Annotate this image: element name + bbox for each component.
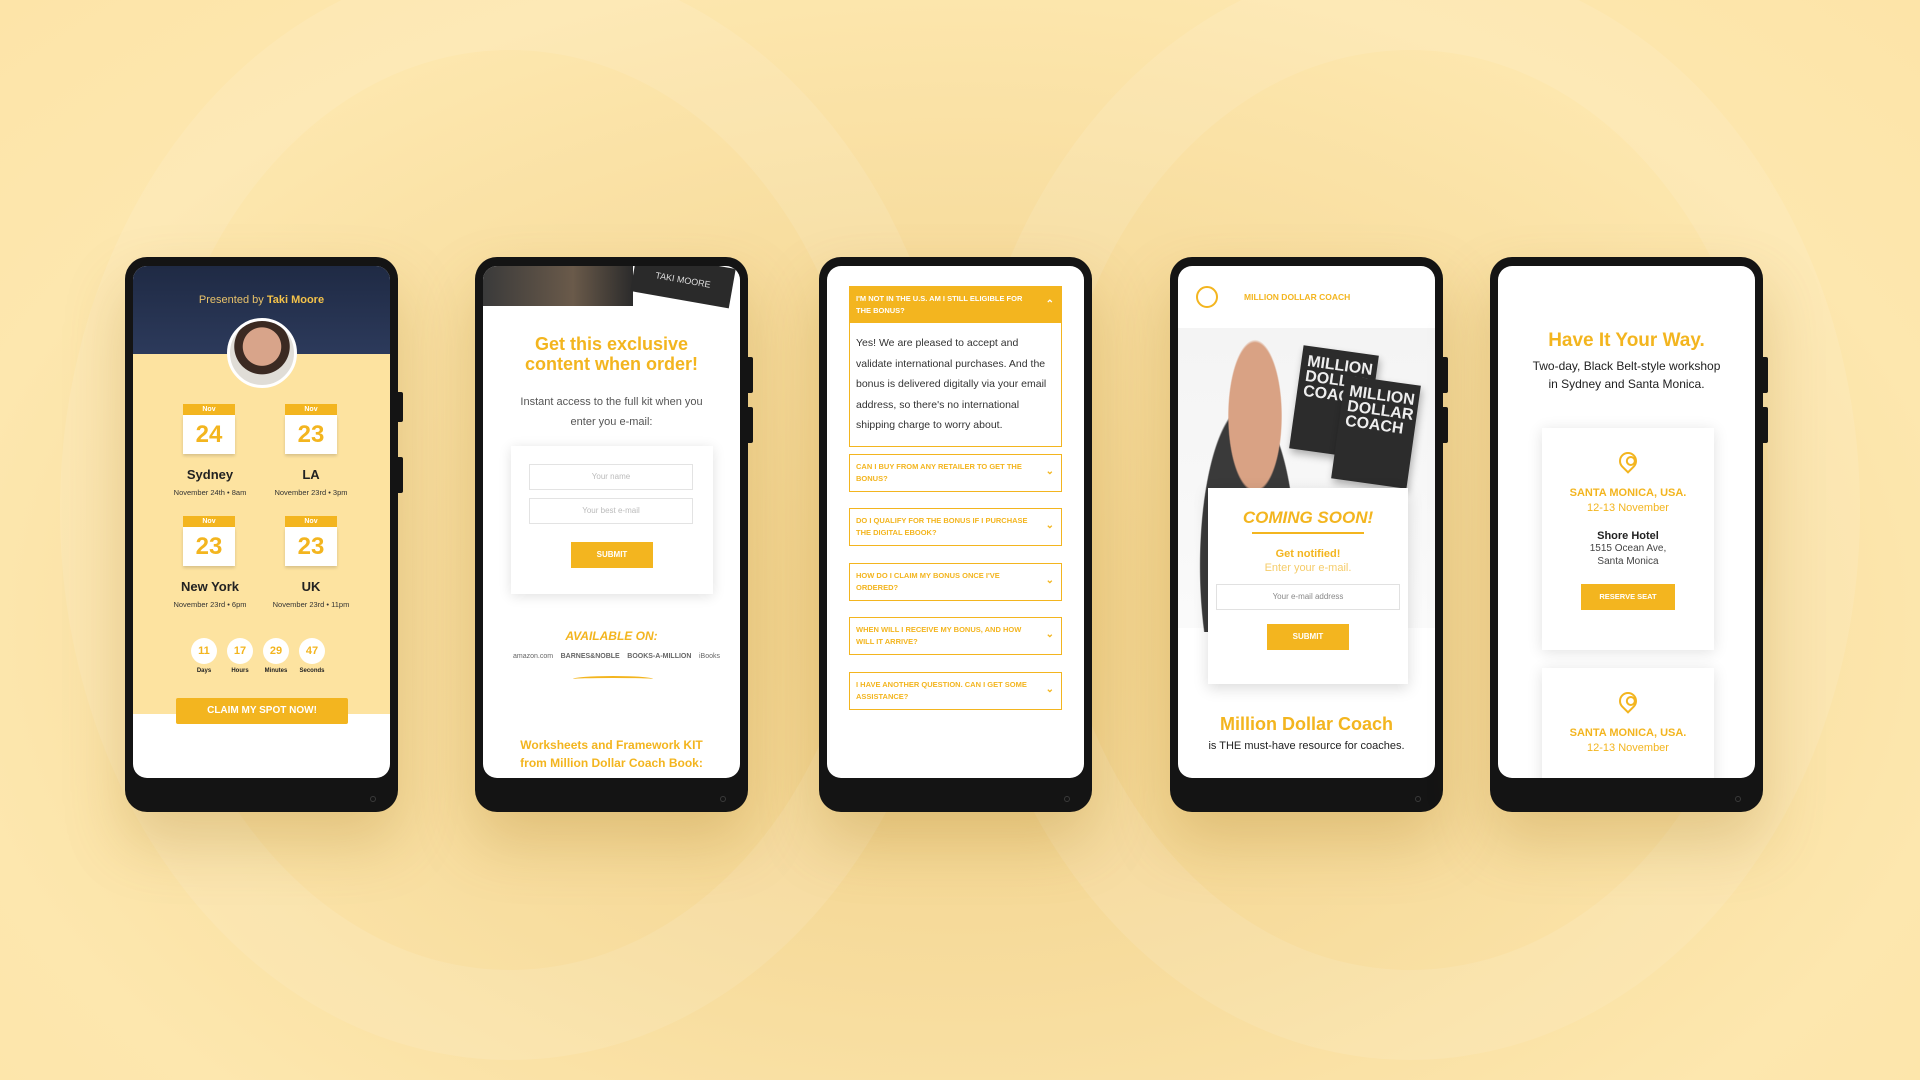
page-title: Have It Your Way. bbox=[1548, 330, 1705, 351]
phone-webinar-events: Presented by Taki Moore Nov 24 Nov 23 Sydn… bbox=[125, 257, 403, 812]
event-sydney: Sydney November 24th • 8am bbox=[173, 467, 247, 497]
calendar-icon: Nov 24 bbox=[183, 404, 235, 454]
map-pin-icon bbox=[1615, 448, 1641, 474]
submit-button[interactable]: SUBMIT bbox=[1267, 624, 1349, 650]
screen: MILLION DOLLAR COACH MILLION DOLLAR COAC… bbox=[1178, 266, 1435, 778]
countdown-hours: 17 bbox=[227, 638, 253, 664]
enter-email-label: Enter your e-mail. bbox=[1264, 562, 1352, 574]
reserve-seat-button[interactable]: RESERVE SEAT bbox=[1581, 584, 1675, 610]
chevron-down-icon: ⌄ bbox=[1045, 629, 1054, 640]
calendar-icon: Nov 23 bbox=[285, 516, 337, 566]
page-title: Get this exclusive content when order! bbox=[524, 334, 698, 374]
chevron-down-icon: ⌄ bbox=[1045, 466, 1054, 477]
faq-item[interactable]: DO I QUALIFY FOR THE BONUS IF I PURCHASE… bbox=[849, 508, 1062, 546]
submit-button[interactable]: SUBMIT bbox=[571, 542, 653, 568]
events-panel: Nov 24 Nov 23 Sydney November 24th • 8am LA… bbox=[133, 354, 390, 724]
screen: TAKI MOORE Get this exclusive content whe… bbox=[483, 266, 740, 778]
event-day: 23 bbox=[285, 415, 337, 454]
presenter-name: Taki Moore bbox=[266, 294, 325, 306]
venue-address: 1515 Ocean Ave, Santa Monica bbox=[1589, 543, 1667, 567]
book-image bbox=[483, 266, 633, 306]
name-input[interactable]: Your name bbox=[529, 464, 693, 490]
chevron-down-icon: ⌄ bbox=[1045, 575, 1054, 586]
available-on-label: AVAILABLE ON: bbox=[565, 629, 658, 643]
venue-card: SANTA MONICA, USA. 12-13 November Shore … bbox=[1542, 428, 1714, 650]
faq-question[interactable]: I'M NOT IN THE U.S. AM I STILL ELIGIBLE … bbox=[850, 287, 1061, 323]
countdown-label: Days bbox=[196, 668, 212, 674]
screen: Have It Your Way. Two-day, Black Belt-st… bbox=[1498, 266, 1755, 778]
countdown-minutes: 29 bbox=[263, 638, 289, 664]
books-a-million-logo[interactable]: BOOKS-A-MILLION bbox=[627, 653, 691, 660]
chevron-down-icon: ⌄ bbox=[1045, 684, 1054, 695]
site-header: MILLION DOLLAR COACH bbox=[1178, 266, 1435, 328]
countdown-label: Seconds bbox=[299, 668, 325, 674]
countdown-label: Hours bbox=[231, 668, 249, 674]
countdown-days: 11 bbox=[191, 638, 217, 664]
kit-heading: Worksheets and Framework KIT from Million… bbox=[520, 738, 703, 770]
faq-answer: Yes! We are pleased to accept and valida… bbox=[856, 337, 1047, 431]
email-input[interactable]: Your e-mail address bbox=[1216, 584, 1400, 610]
venue-dates: 12-13 November bbox=[1587, 742, 1669, 754]
event-day: 23 bbox=[183, 527, 235, 566]
event-new-york: New York November 23rd • 6pm bbox=[173, 579, 247, 609]
faq-item[interactable]: CAN I BUY FROM ANY RETAILER TO GET THE B… bbox=[849, 454, 1062, 492]
event-day: 24 bbox=[183, 415, 235, 454]
claim-spot-button[interactable]: CLAIM MY SPOT NOW! bbox=[176, 698, 348, 724]
tagline: is THE must-have resource for coaches. bbox=[1208, 740, 1405, 752]
underline-swoosh bbox=[573, 676, 653, 682]
page-subtitle: Instant access to the full kit when you e… bbox=[520, 396, 703, 428]
venue-location: SANTA MONICA, USA. bbox=[1569, 727, 1687, 739]
faq-item[interactable]: HOW DO I CLAIM MY BONUS ONCE I'VE ORDERE… bbox=[849, 563, 1062, 601]
faq-item[interactable]: I HAVE ANOTHER QUESTION. CAN I GET SOME … bbox=[849, 672, 1062, 710]
phone-exclusive-content: TAKI MOORE Get this exclusive content whe… bbox=[475, 257, 753, 812]
signup-card: Your name Your best e-mail SUBMIT bbox=[511, 446, 713, 594]
ibooks-logo[interactable]: iBooks bbox=[699, 653, 720, 660]
chevron-down-icon: ⌄ bbox=[1045, 520, 1054, 531]
venue-card: SANTA MONICA, USA. 12-13 November bbox=[1542, 668, 1714, 778]
venue-location: SANTA MONICA, USA. bbox=[1569, 487, 1687, 499]
book-cover: MILLION DOLLAR COACH bbox=[1331, 375, 1421, 489]
presented-by-label: Presented by bbox=[198, 294, 264, 306]
event-day: 23 bbox=[285, 527, 337, 566]
email-input[interactable]: Your best e-mail bbox=[529, 498, 693, 524]
get-notified-label: Get notified! bbox=[1275, 548, 1341, 560]
book-tag: TAKI MOORE bbox=[630, 266, 736, 309]
event-la: LA November 23rd • 3pm bbox=[274, 467, 348, 497]
map-pin-icon bbox=[1615, 688, 1641, 714]
calendar-icon: Nov 23 bbox=[183, 516, 235, 566]
faq-item-open[interactable]: I'M NOT IN THE U.S. AM I STILL ELIGIBLE … bbox=[849, 286, 1062, 447]
coming-soon-title: COMING SOON! bbox=[1242, 508, 1374, 527]
barnes-noble-logo[interactable]: BARNES&NOBLE bbox=[561, 653, 620, 660]
phone-workshop-venues: Have It Your Way. Two-day, Black Belt-st… bbox=[1490, 257, 1768, 812]
retailer-logos: amazon.com BARNES&NOBLE BOOKS-A-MILLION … bbox=[513, 653, 720, 660]
brand-name[interactable]: MILLION DOLLAR COACH bbox=[1244, 292, 1350, 302]
screen: Presented by Taki Moore Nov 24 Nov 23 Sydn… bbox=[133, 266, 390, 778]
countdown-label: Minutes bbox=[264, 668, 288, 674]
headline: Million Dollar Coach bbox=[1219, 714, 1393, 734]
phone-faq: I'M NOT IN THE U.S. AM I STILL ELIGIBLE … bbox=[819, 257, 1092, 812]
venue-hotel: Shore Hotel bbox=[1597, 530, 1659, 542]
avatar bbox=[226, 318, 297, 388]
calendar-icon: Nov 23 bbox=[285, 404, 337, 454]
event-uk: UK November 23rd • 11pm bbox=[272, 579, 350, 609]
venue-dates: 12-13 November bbox=[1587, 502, 1669, 514]
page-subtitle: Two-day, Black Belt-style workshop in Syd… bbox=[1532, 359, 1721, 391]
logo-icon[interactable] bbox=[1196, 286, 1218, 308]
chevron-up-icon: ⌃ bbox=[1045, 299, 1054, 310]
phone-coming-soon: MILLION DOLLAR COACH MILLION DOLLAR COAC… bbox=[1170, 257, 1448, 812]
faq-item[interactable]: WHEN WILL I RECEIVE MY BONUS, AND HOW WI… bbox=[849, 617, 1062, 655]
notify-card: COMING SOON! Get notified! Enter your e-… bbox=[1208, 488, 1408, 684]
countdown-seconds: 47 bbox=[299, 638, 325, 664]
screen: I'M NOT IN THE U.S. AM I STILL ELIGIBLE … bbox=[827, 266, 1084, 778]
amazon-logo[interactable]: amazon.com bbox=[513, 653, 553, 660]
title-underline bbox=[1252, 532, 1364, 534]
